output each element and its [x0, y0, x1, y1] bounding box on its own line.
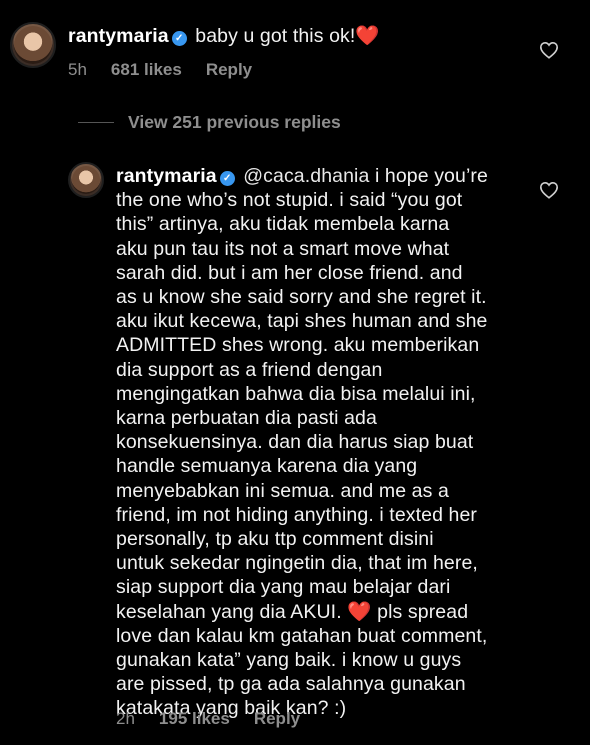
red-heart-icon: ❤️ [355, 25, 380, 47]
reply-line: mengingatkan bahwa dia bisa melalui ini, [116, 382, 476, 405]
reply-line: friend, im not hiding anything. i texted… [116, 503, 478, 526]
reply-button[interactable]: Reply [206, 60, 252, 80]
username[interactable]: rantymaria [116, 165, 217, 187]
reply-line: love dan kalau km gatahan buat comment, [116, 624, 488, 647]
reply-line: untuk sekedar ngingetin dia, that im her… [116, 552, 478, 575]
avatar[interactable] [10, 22, 56, 68]
red-heart-icon: ❤️ [347, 600, 372, 623]
comments-screen: rantymaria ✓ baby u got this ok!❤️ 5h 681… [0, 0, 590, 745]
reply-line: as u know she said sorry and she regret … [116, 286, 487, 309]
verified-badge-icon: ✓ [219, 171, 235, 186]
likes-count[interactable]: 681 likes [111, 60, 182, 80]
verified-badge-icon: ✓ [171, 31, 187, 46]
reply-line: are pissed, tp ga ada salahnya gunakan [116, 673, 466, 696]
reply-line: keselahan yang dia AKUI. ❤️ pls spread [116, 600, 469, 623]
comment-meta: 5h 681 likes Reply [68, 60, 252, 80]
reply-line: this” artinya, aku tidak membela karna [116, 213, 450, 236]
view-replies-label[interactable]: View 251 previous replies [128, 112, 341, 133]
reply-line: aku ikut kecewa, tapi shes human and she [116, 310, 488, 333]
reply-line: personally, tp aku ttp comment disini [116, 528, 434, 551]
heart-outline-icon[interactable] [539, 41, 559, 59]
view-previous-replies[interactable]: View 251 previous replies [78, 112, 341, 133]
reply-line: karna perbuatan dia pasti ada [116, 407, 377, 430]
reply-button[interactable]: Reply [254, 709, 300, 729]
comment-body: baby u got this ok! [195, 25, 356, 47]
avatar[interactable] [68, 162, 104, 198]
reply-line: gunakan kata” yang baik. i know u guys [116, 649, 462, 672]
reply-line: sarah did. but i am her close friend. an… [116, 261, 463, 284]
reply-text: rantymaria ✓ @caca.dhania i hope you’re t… [116, 164, 536, 721]
reply-line: dia support as a friend dengan [116, 358, 383, 381]
reply-line: konsekuensinya. dan dia harus siap buat [116, 431, 474, 454]
divider-line [78, 122, 114, 123]
likes-count[interactable]: 195 likes [159, 709, 230, 729]
username[interactable]: rantymaria [68, 25, 169, 47]
reply-line: aku pun tau its not a smart move what [116, 237, 450, 260]
reply-line: menyebabkan ini semua. and me as a [116, 479, 449, 502]
timestamp: 5h [68, 60, 87, 79]
reply-line: handle semuanya karena dia yang [116, 455, 418, 478]
reply-line: the one who’s not stupid. i said “you go… [116, 189, 463, 212]
comment-text: rantymaria ✓ baby u got this ok!❤️ [68, 24, 508, 48]
reply-line: rantymaria ✓ @caca.dhania i hope you’re [116, 165, 488, 187]
reply-line: siap support dia yang mau belajar dari [116, 576, 451, 599]
timestamp: 2h [116, 709, 135, 728]
reply-meta: 2h 195 likes Reply [116, 709, 300, 729]
mention-link[interactable]: @caca.dhania [243, 165, 369, 187]
heart-outline-icon[interactable] [539, 181, 559, 199]
reply-line: ADMITTED shes wrong. aku memberikan [116, 334, 480, 357]
